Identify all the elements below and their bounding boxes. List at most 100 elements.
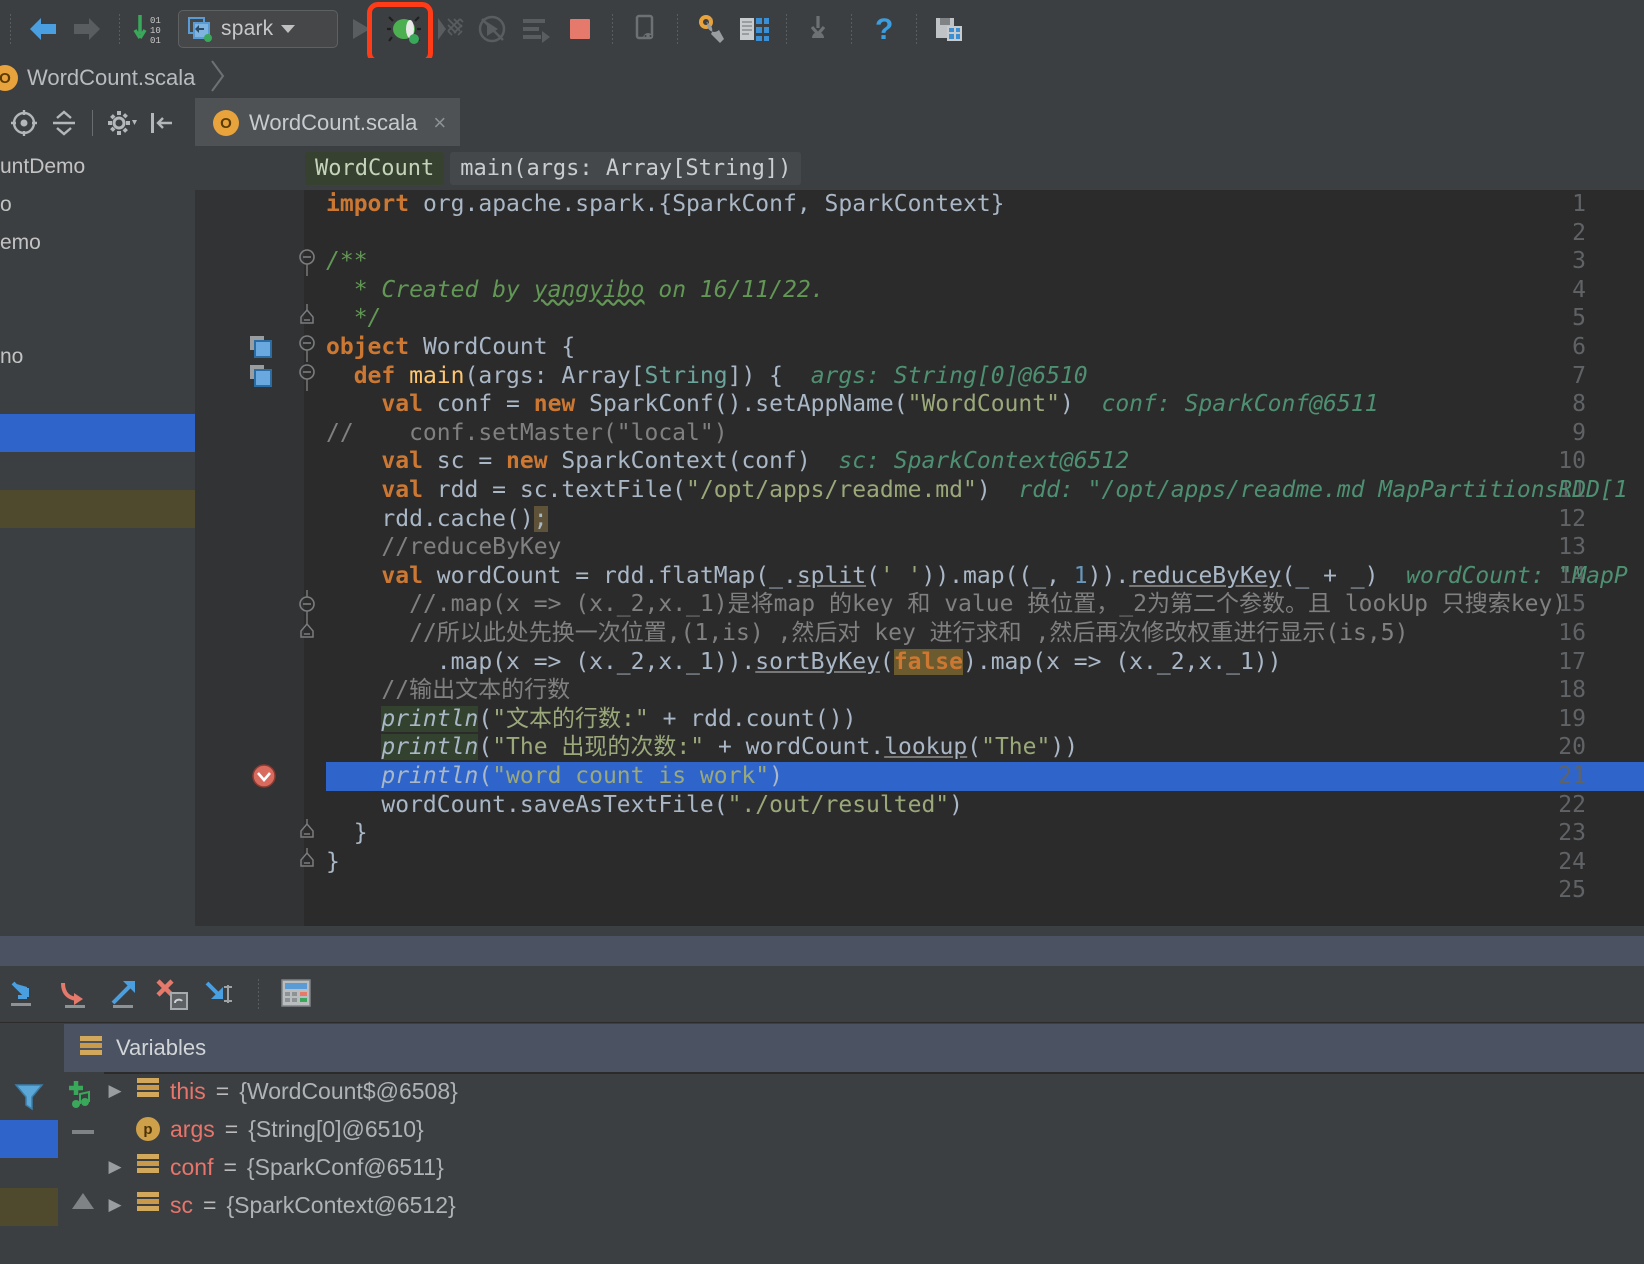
step-over-button[interactable] <box>52 970 100 1018</box>
variable-row-this[interactable]: ▶ this = {WordCount$@6508} <box>104 1072 1644 1110</box>
expand-triangle-icon[interactable]: ▶ <box>104 1081 126 1101</box>
run-configuration-selector[interactable]: spark <box>178 10 338 48</box>
debug-button[interactable] <box>382 7 426 51</box>
variables-panel-header: Variables <box>0 1024 1644 1072</box>
evaluate-expression-button[interactable] <box>273 970 321 1018</box>
fold-marker-end[interactable] <box>299 847 315 877</box>
remove-watch-icon[interactable] <box>71 1124 95 1142</box>
close-icon[interactable]: × <box>427 110 446 136</box>
tree-item[interactable]: emo <box>0 224 195 262</box>
variables-list[interactable]: ▶ this = {WordCount$@6508} ▶ p args = {S… <box>104 1072 1644 1264</box>
avd-manager-button[interactable] <box>623 7 667 51</box>
fold-marker-end[interactable] <box>299 819 315 848</box>
expand-triangle-icon[interactable]: ▶ <box>104 1157 126 1177</box>
fold-marker[interactable] <box>299 362 315 391</box>
frames-side-strip[interactable] <box>0 1072 64 1264</box>
show-execution-point-button[interactable] <box>4 970 52 1018</box>
code-text[interactable]: import org.apache.spark.{SparkConf, Spar… <box>326 190 1644 926</box>
run-object-icon[interactable] <box>247 333 273 362</box>
sync-gradle-button[interactable] <box>797 7 841 51</box>
fold-marker[interactable] <box>299 247 315 277</box>
device-manager-button[interactable] <box>732 7 776 51</box>
breadcrumb-file[interactable]: O WordCount.scala <box>0 59 226 98</box>
field-icon <box>136 1077 160 1105</box>
select-opened-file-button[interactable] <box>6 105 42 141</box>
save-all-button[interactable] <box>927 7 971 51</box>
add-watch-icon[interactable] <box>66 1078 100 1117</box>
navigate-back-button[interactable] <box>21 7 65 51</box>
expand-triangle-icon[interactable]: ▶ <box>104 1195 126 1215</box>
panel-splitter[interactable] <box>0 926 1644 936</box>
move-up-icon[interactable] <box>70 1190 96 1217</box>
fold-marker-end[interactable] <box>299 619 315 648</box>
debugger-toolbar <box>0 966 1644 1023</box>
variable-equals: = <box>215 1077 230 1104</box>
run-with-coverage-button[interactable] <box>426 7 470 51</box>
code-line-19: println("文本的行数:" + rdd.count()) <box>381 705 857 732</box>
variables-header-label: Variables <box>116 1035 207 1060</box>
code-line-12: rdd.cache(); <box>326 505 548 532</box>
variable-row-sc[interactable]: ▶ sc = {SparkContext@6512} <box>104 1186 1644 1224</box>
hide-tool-window-button[interactable] <box>143 105 179 141</box>
variables-header-gutter <box>0 1024 64 1072</box>
fold-marker[interactable] <box>299 590 315 620</box>
variables-icon <box>78 1034 104 1063</box>
run-button[interactable] <box>338 7 382 51</box>
code-editor[interactable]: 1 2 3 4 5 6 7 8 9 10 11 12 13 14 15 16 1… <box>195 190 1644 926</box>
force-step-into-button[interactable] <box>148 970 196 1018</box>
field-icon <box>136 1153 160 1181</box>
tree-item[interactable] <box>0 262 195 300</box>
variable-value: {String[0]@6510} <box>248 1115 424 1142</box>
tree-item[interactable]: o <box>0 186 195 224</box>
attach-profiler-button[interactable] <box>514 7 558 51</box>
variable-value: {SparkContext@6512} <box>226 1191 456 1218</box>
editor-tab-bar: O WordCount.scala × <box>195 98 1644 146</box>
navigate-forward-button[interactable] <box>65 7 109 51</box>
help-button[interactable]: ? <box>862 7 906 51</box>
profile-button[interactable] <box>470 7 514 51</box>
collapse-all-button[interactable] <box>46 105 82 141</box>
breakpoint-icon[interactable] <box>251 762 277 791</box>
variable-name: sc <box>170 1191 193 1218</box>
sdk-manager-button[interactable] <box>688 7 732 51</box>
editor-tab-wordcount[interactable]: O WordCount.scala × <box>195 98 461 146</box>
fold-strip[interactable] <box>304 190 326 926</box>
code-line-8: val conf = new SparkConf().setAppName("W… <box>381 391 1379 418</box>
svg-text:01: 01 <box>150 36 161 46</box>
tree-item[interactable]: no <box>0 338 195 376</box>
frame-selected-row[interactable] <box>0 1120 58 1158</box>
breadcrumb-object[interactable]: WordCount <box>305 151 445 185</box>
chevron-down-icon[interactable] <box>281 25 296 33</box>
step-out-button[interactable] <box>196 970 244 1018</box>
variable-value: {SparkConf@6511} <box>246 1153 444 1180</box>
main-toolbar: 01 10 01 spark ? <box>0 0 1644 64</box>
tree-item[interactable]: untDemo <box>0 148 195 186</box>
gear-icon[interactable] <box>103 105 139 141</box>
frame-highlighted-row[interactable] <box>0 1188 58 1226</box>
breadcrumb-method[interactable]: main(args: Array[String]) <box>450 151 802 185</box>
editor-gutter[interactable] <box>195 190 304 926</box>
watches-side-toolbar[interactable] <box>64 1072 104 1264</box>
run-method-icon[interactable] <box>247 362 273 391</box>
variables-header-content[interactable]: Variables <box>64 1034 206 1063</box>
stop-button[interactable] <box>558 7 602 51</box>
svg-text:?: ? <box>875 13 893 45</box>
code-line-11: val rdd = sc.textFile("/opt/apps/readme.… <box>381 477 1628 503</box>
tree-item[interactable] <box>0 376 195 414</box>
variable-equals: = <box>223 1153 237 1180</box>
tree-item[interactable] <box>0 300 195 338</box>
filter-icon[interactable] <box>12 1080 46 1117</box>
code-line-23: } <box>326 820 368 847</box>
compile-binary-icon[interactable]: 01 10 01 <box>130 7 174 51</box>
project-tree[interactable]: untDemo o emo no <box>0 148 195 926</box>
variable-row-conf[interactable]: ▶ conf = {SparkConf@6511} <box>104 1148 1644 1186</box>
tree-item-selected[interactable] <box>0 414 195 452</box>
variable-row-args[interactable]: ▶ p args = {String[0]@6510} <box>104 1110 1644 1148</box>
tree-item[interactable] <box>0 452 195 490</box>
step-into-button[interactable] <box>100 970 148 1018</box>
fold-marker-end[interactable] <box>299 304 315 333</box>
code-line-13: //reduceByKey <box>381 534 562 561</box>
fold-marker[interactable] <box>299 333 315 362</box>
tree-item-highlighted[interactable] <box>0 490 195 528</box>
field-icon <box>136 1191 160 1219</box>
